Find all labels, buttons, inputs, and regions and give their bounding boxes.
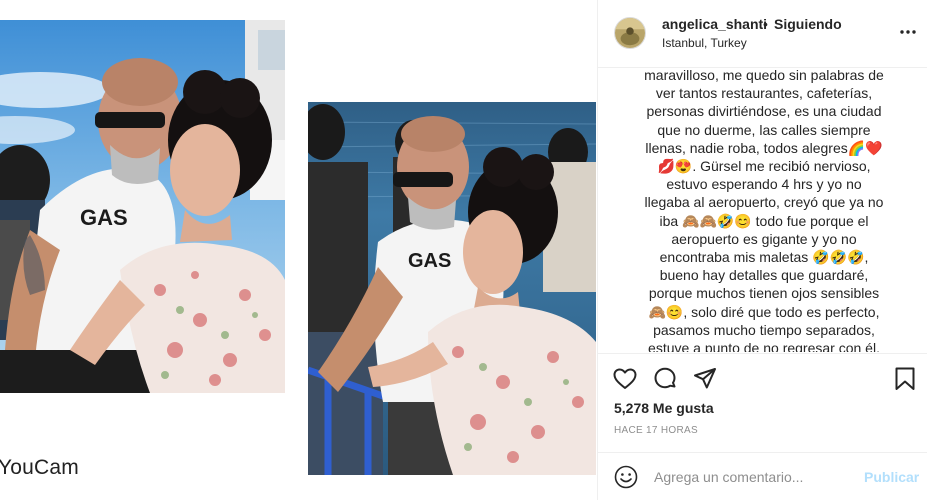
youcam-watermark: YouCam (0, 456, 79, 479)
heart-icon[interactable] (612, 366, 638, 392)
action-bar (598, 353, 927, 401)
separator-dot: • (763, 16, 768, 32)
more-options-icon[interactable] (898, 22, 918, 42)
post-photo-right: GAS (308, 102, 596, 475)
username[interactable]: angelica_shanti (662, 16, 767, 32)
post-caption: maravilloso, me quedo sin palabras de ve… (644, 69, 884, 352)
comment-bar: Publicar (598, 452, 927, 500)
comment-icon[interactable] (652, 366, 678, 392)
avatar[interactable] (614, 17, 646, 49)
comment-input[interactable] (654, 463, 854, 491)
post-header: angelica_shanti • Siguiendo Istanbul, Tu… (598, 0, 927, 68)
svg-text:GAS: GAS (408, 250, 451, 272)
post-details-panel: angelica_shanti • Siguiendo Istanbul, Tu… (597, 0, 927, 500)
post-media[interactable]: GAS GAS YouCam (0, 0, 597, 500)
post-timestamp[interactable]: HACE 17 HORAS (614, 425, 698, 436)
publish-button[interactable]: Publicar (864, 469, 919, 485)
couple-photo-right: GAS (308, 102, 596, 475)
share-icon[interactable] (692, 366, 718, 392)
emoji-icon[interactable] (614, 465, 638, 489)
post-photo-left: GAS (0, 20, 285, 393)
caption-scroll-area[interactable]: maravilloso, me quedo sin palabras de ve… (598, 69, 927, 352)
likes-count[interactable]: 5,278 Me gusta (614, 400, 714, 416)
location-link[interactable]: Istanbul, Turkey (662, 36, 747, 50)
bookmark-icon[interactable] (892, 366, 918, 392)
couple-photo-left: GAS (0, 20, 285, 393)
svg-text:GAS: GAS (80, 205, 128, 230)
follow-status-button[interactable]: Siguiendo (774, 16, 842, 32)
avatar-image (615, 18, 645, 48)
